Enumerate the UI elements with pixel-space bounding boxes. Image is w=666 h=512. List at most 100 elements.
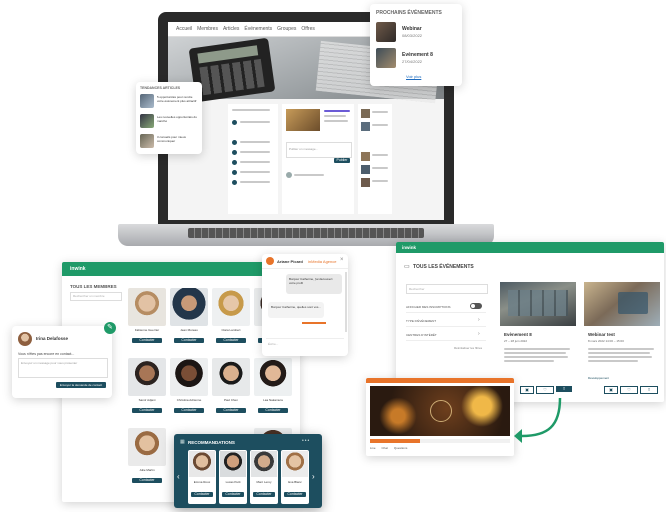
close-icon[interactable]: × (340, 257, 344, 263)
post-input[interactable]: Publier un message... (286, 142, 352, 158)
video-player[interactable] (370, 386, 510, 436)
laptop-nav: Accueil Membres Articles Événements Grou… (176, 26, 315, 32)
chevron-right-icon: › (478, 317, 480, 323)
green-arrow (514, 397, 562, 443)
event-title: Webinar test (588, 332, 615, 337)
event-item[interactable]: Webinar 08/03/2022 (376, 22, 456, 42)
send-contact-request-button[interactable]: Envoyer la demande de contact (56, 382, 106, 388)
see-more-link[interactable]: Voir plus (406, 74, 421, 79)
contact-badge-icon: ✎ (104, 322, 116, 334)
chat-input[interactable]: Écrire... (266, 338, 344, 349)
share-icon[interactable]: ⇪ (640, 386, 658, 394)
chat-contact-company: inMedia Agence (308, 259, 337, 264)
like-icon[interactable]: ♡ (620, 386, 638, 394)
live-header-bar (366, 378, 514, 383)
left-column (228, 104, 278, 214)
laptop-keyboard (188, 228, 424, 238)
filter-event-type[interactable]: TYPE D'ÉVÉNEMENT › (406, 316, 486, 327)
member-card[interactable]: Clara Lambert Contacter (212, 288, 250, 350)
contact-button[interactable]: Contacter (174, 408, 204, 413)
recommended-member[interactable]: Eva Blanc Contacter (281, 450, 309, 504)
like-icon[interactable]: ♡ (536, 386, 554, 394)
publish-button[interactable]: Publier (334, 158, 350, 163)
event-image (584, 282, 660, 326)
brand-logo: inwink (402, 245, 417, 250)
event-title: Evènement 8 (504, 332, 532, 337)
avatar (266, 257, 274, 265)
chat-contact-name: Ariane Picard (277, 259, 303, 264)
contact-button[interactable]: Contacter (216, 338, 246, 343)
chevron-right-icon[interactable]: › (312, 472, 315, 481)
member-card[interactable]: Jean Moreau Contacter (170, 288, 208, 350)
chevron-right-icon: › (478, 331, 480, 337)
contact-button[interactable]: Contacter (132, 478, 162, 483)
nav-item[interactable]: Accueil (176, 26, 192, 32)
contact-request-card: Irina Delafosse Vous n'êtes pas encore e… (12, 326, 112, 398)
calendar-add-icon[interactable]: ▣ (604, 386, 618, 394)
tab-live[interactable]: Live (370, 446, 376, 453)
chevron-left-icon[interactable]: ‹ (177, 472, 180, 481)
recommended-member[interactable]: Lucas Petit Contacter (219, 450, 247, 504)
share-icon[interactable]: ⇪ (556, 386, 572, 392)
avatar (18, 332, 32, 346)
grid-icon: ▦ (180, 439, 185, 445)
recommended-member[interactable]: Marc Leroy Contacter (250, 450, 278, 504)
contact-button[interactable]: Contacter (258, 408, 288, 413)
member-card[interactable]: Fabienne Guerrier Contacter (128, 288, 166, 350)
event-image (500, 282, 576, 326)
more-icon[interactable]: ••• (302, 438, 310, 444)
tab-questions[interactable]: Questions (394, 446, 408, 453)
calendar-add-icon[interactable]: ▣ (520, 386, 534, 394)
event-card[interactable]: Webinar test 8 mars 2022 14:00 – 15:00 D… (584, 282, 660, 398)
reset-filters-link[interactable]: Réinitialiser les filtres (454, 346, 482, 350)
tab-chat[interactable]: Chat (382, 446, 388, 453)
article-item[interactable]: 5 opportunités pour rendre votre événeme… (140, 94, 200, 110)
chat-scrollbar[interactable] (345, 272, 347, 332)
event-tag: Développement (588, 376, 610, 380)
member-search-input[interactable]: Rechercher un membre (70, 292, 122, 301)
contact-button[interactable]: Contacter (222, 492, 244, 497)
members-title: TOUS LES MEMBRES (70, 284, 117, 289)
trending-articles-card: TENDANCES ARTICLES 5 opportunités pour r… (136, 82, 202, 154)
article-item[interactable]: 3 conseils pour mieux communiquer (140, 134, 200, 150)
nav-item[interactable]: Groupes (277, 26, 296, 32)
event-search-input[interactable]: Rechercher (406, 284, 488, 294)
recommendations-panel: ▦ RECOMMANDATIONS ••• ‹ › Emma Roux Cont… (174, 434, 322, 508)
filter-interests[interactable]: CENTRES D'INTÉRÊT › (406, 330, 486, 341)
member-card[interactable]: Samir Adjani Contacter (128, 358, 166, 420)
article-item[interactable]: Les nouvelles opportunités du marché (140, 114, 200, 130)
member-card[interactable]: Julie Martin Contacter (128, 428, 166, 490)
nav-item[interactable]: Articles (223, 26, 239, 32)
member-card[interactable]: Léa Nakamura Contacter (254, 358, 292, 420)
events-title: TOUS LES ÉVÉNEMENTS (413, 264, 474, 270)
chat-link[interactable] (302, 322, 326, 324)
upcoming-events-card: PROCHAINS ÉVÉNEMENTS Webinar 08/03/2022 … (370, 4, 462, 86)
member-card[interactable]: Christina Adrienne Contacter (170, 358, 208, 420)
toggle-switch[interactable] (470, 303, 482, 309)
member-card[interactable]: Paul Chen Contacter (212, 358, 250, 420)
chat-bubble-incoming: Bonjour Catherine, j'ai découvert votre … (286, 274, 342, 294)
contact-message-input[interactable]: Envoyez un message pour vous présenter (18, 358, 108, 378)
live-event-page: Live Chat Questions (366, 378, 514, 456)
upcoming-events-title: PROCHAINS ÉVÉNEMENTS (376, 10, 442, 16)
contact-button[interactable]: Contacter (284, 492, 306, 497)
recommended-member[interactable]: Emma Roux Contacter (188, 450, 216, 504)
event-item[interactable]: Evènement 8 27/04/2022 (376, 48, 456, 68)
nav-item[interactable]: Événements (244, 26, 272, 32)
filter-my-registrations[interactable]: AFFICHER MES INSCRIPTIONS (406, 302, 486, 313)
nav-item[interactable]: Offres (301, 26, 315, 32)
contact-button[interactable]: Contacter (174, 338, 204, 343)
contact-button[interactable]: Contacter (132, 408, 162, 413)
contact-button[interactable]: Contacter (216, 408, 246, 413)
video-progress-bar[interactable] (370, 439, 510, 443)
contact-prompt: Vous n'êtes pas encore en contact... (18, 352, 75, 356)
contact-name: Irina Delafosse (36, 336, 69, 341)
feed-image (286, 109, 320, 131)
contact-button[interactable]: Contacter (191, 492, 213, 497)
nav-item[interactable]: Membres (197, 26, 218, 32)
contact-button[interactable]: Contacter (132, 338, 162, 343)
chat-bubble-outgoing: Bonjour Catherine, quelles sont vos... (268, 302, 324, 318)
event-date: 27 – 28 juin 2022 (504, 339, 528, 343)
chat-header: Ariane Picard inMedia Agence × (262, 254, 348, 269)
contact-button[interactable]: Contacter (253, 492, 275, 497)
